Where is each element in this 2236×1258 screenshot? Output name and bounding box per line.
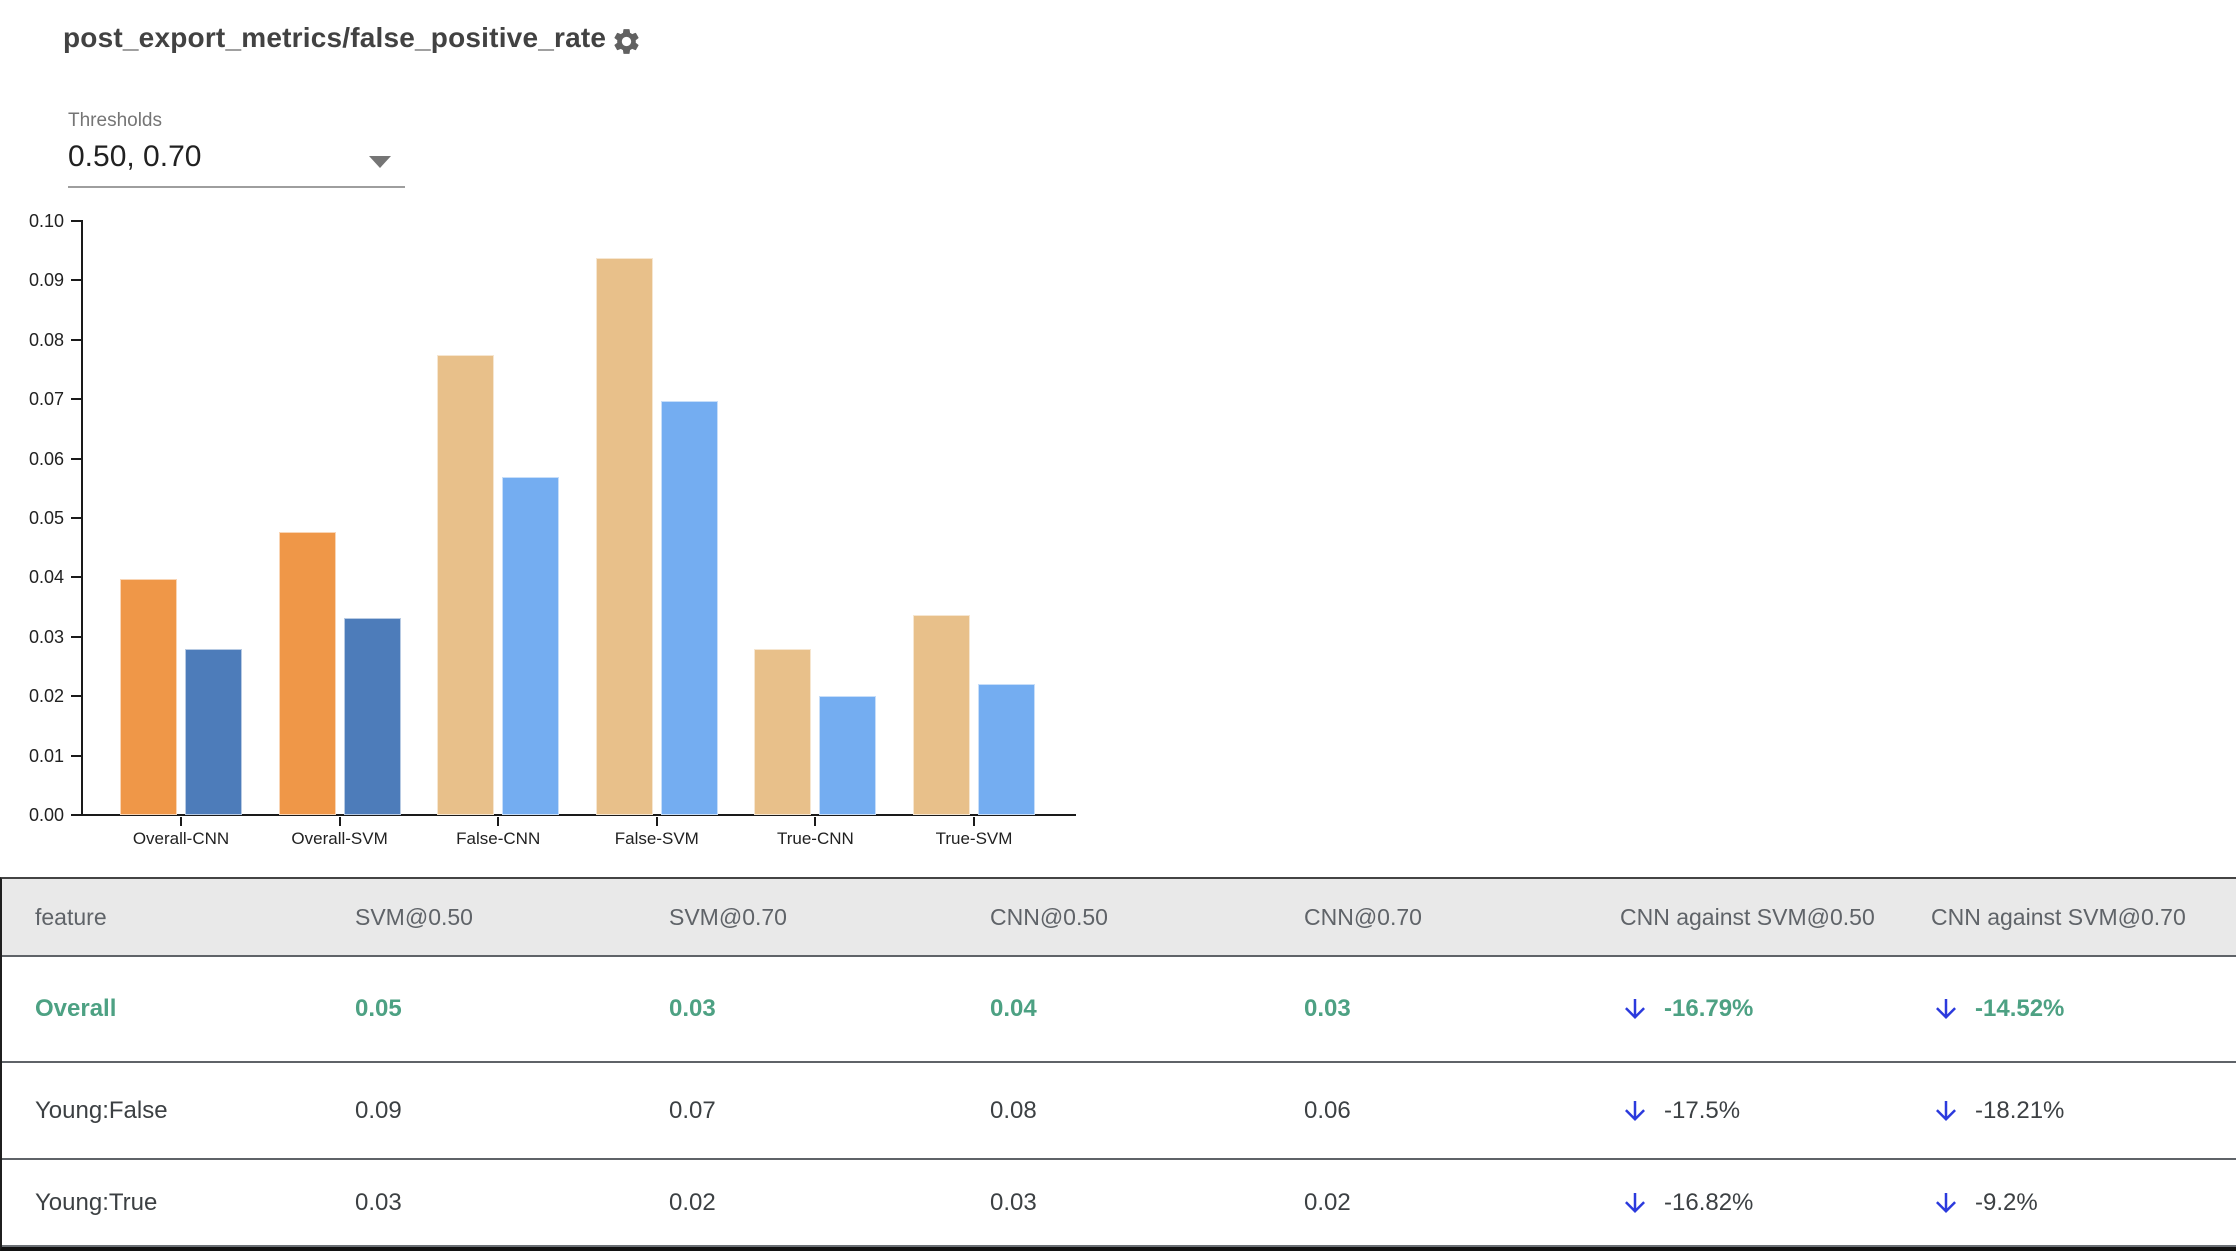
- x-tick: [338, 817, 341, 826]
- y-tick-label: 0.09: [28, 270, 64, 291]
- y-tick: [71, 814, 81, 816]
- bar[interactable]: [343, 618, 401, 815]
- arrow-down-icon: [1931, 1188, 1961, 1218]
- y-tick: [71, 754, 81, 757]
- column-header: CNN@0.70: [1304, 903, 1422, 930]
- value-cell: 0.06: [1304, 1096, 1351, 1124]
- delta-value: -16.82%: [1664, 1188, 1754, 1216]
- y-tick-label: 0.08: [28, 329, 64, 350]
- column-header: SVM@0.50: [355, 903, 473, 930]
- y-tick: [71, 398, 81, 401]
- arrow-down-icon: [1620, 994, 1650, 1024]
- y-tick-label: 0.10: [28, 211, 64, 231]
- feature-cell: Overall: [35, 995, 117, 1022]
- value-cell: 0.09: [355, 1096, 402, 1124]
- column-header: CNN against SVM@0.70: [1931, 903, 2186, 930]
- bar[interactable]: [595, 258, 653, 815]
- column-header: CNN against SVM@0.50: [1620, 903, 1875, 930]
- x-tick: [655, 817, 658, 826]
- column-header: CNN@0.50: [990, 903, 1108, 930]
- arrow-down-icon: [1931, 1096, 1961, 1126]
- x-tick: [814, 817, 817, 826]
- x-tick-label: Overall-SVM: [291, 829, 388, 848]
- y-tick: [71, 220, 81, 222]
- table-row[interactable]: Young:True 0.03 0.02 0.03 0.02 -16.82% -9.2%: [2, 1160, 2236, 1247]
- fairness-metrics-panel: post_export_metrics/false_positive_rate …: [0, 0, 2236, 1258]
- x-tick-label: True-SVM: [935, 829, 1013, 848]
- value-cell: 0.04: [990, 995, 1037, 1022]
- x-tick: [180, 817, 182, 826]
- y-tick: [71, 279, 81, 282]
- x-tick-label: True-CNN: [776, 829, 854, 848]
- delta-cell: -17.5%: [1587, 1063, 1898, 1158]
- value-cell: 0.07: [669, 1096, 716, 1124]
- y-tick: [71, 635, 81, 638]
- delta-cell: -18.21%: [1898, 1063, 2236, 1158]
- value-cell: 0.03: [355, 1188, 402, 1216]
- bar[interactable]: [978, 684, 1035, 815]
- y-tick-label: 0.05: [28, 508, 64, 528]
- y-tick: [71, 695, 81, 698]
- x-tick-label: False-CNN: [456, 829, 541, 848]
- y-tick: [71, 576, 81, 579]
- y-tick-label: 0.03: [28, 626, 64, 647]
- arrow-down-icon: [1620, 1096, 1650, 1126]
- bar[interactable]: [502, 477, 560, 815]
- delta-value: -14.52%: [1975, 995, 2065, 1022]
- delta-value: -18.21%: [1975, 1096, 2065, 1124]
- x-tick: [497, 817, 500, 826]
- metrics-table: feature SVM@0.50 SVM@0.70 CNN@0.50 CNN@0.70 C…: [0, 877, 2236, 1251]
- bar[interactable]: [437, 355, 495, 815]
- y-tick-label: 0.07: [28, 389, 64, 410]
- bar[interactable]: [913, 615, 970, 815]
- value-cell: 0.08: [990, 1096, 1037, 1124]
- value-cell: 0.03: [669, 995, 716, 1022]
- feature-cell: Young:False: [35, 1096, 168, 1124]
- delta-cell: -16.79%: [1587, 957, 1898, 1061]
- y-tick-label: 0.06: [28, 448, 64, 469]
- bar-chart: 0.10 0.09 0.08 0.07 0.06 0.05 0.04 0.03 0.02 0.01…: [0, 0, 1120, 875]
- delta-cell: -14.52%: [1898, 957, 2236, 1061]
- table-row[interactable]: Overall 0.05 0.03 0.04 0.03 -16.79% -14.52%: [2, 957, 2236, 1063]
- delta-value: -9.2%: [1975, 1188, 2038, 1216]
- value-cell: 0.03: [1304, 995, 1351, 1022]
- delta-value: -17.5%: [1664, 1096, 1741, 1124]
- delta-value: -16.79%: [1664, 995, 1754, 1022]
- value-cell: 0.05: [355, 995, 402, 1022]
- arrow-down-icon: [1931, 994, 1961, 1024]
- value-cell: 0.02: [1304, 1188, 1351, 1216]
- delta-cell: -9.2%: [1898, 1160, 2236, 1245]
- x-tick-label: Overall-CNN: [132, 829, 230, 848]
- x-tick-label: False-SVM: [614, 829, 699, 848]
- y-tick-label: 0.01: [28, 745, 64, 766]
- value-cell: 0.03: [990, 1188, 1037, 1216]
- y-axis-line: [81, 220, 83, 816]
- y-tick-label: 0.04: [28, 567, 64, 588]
- table-row[interactable]: Young:False 0.09 0.07 0.08 0.06 -17.5% -18.21%: [2, 1063, 2236, 1160]
- bar[interactable]: [185, 649, 242, 815]
- column-header: feature: [35, 903, 107, 930]
- feature-cell: Young:True: [35, 1188, 158, 1216]
- y-tick-label: 0.02: [28, 686, 64, 707]
- y-tick: [71, 338, 81, 341]
- bar[interactable]: [120, 579, 177, 815]
- table-header-row: feature SVM@0.50 SVM@0.70 CNN@0.50 CNN@0.70 C…: [2, 879, 2236, 957]
- bar[interactable]: [278, 532, 336, 815]
- y-tick: [71, 517, 81, 519]
- column-header: SVM@0.70: [669, 903, 787, 930]
- bar[interactable]: [819, 696, 877, 815]
- y-tick-label: 0.00: [28, 805, 64, 825]
- bar[interactable]: [754, 649, 812, 815]
- arrow-down-icon: [1620, 1188, 1650, 1218]
- value-cell: 0.02: [669, 1188, 716, 1216]
- x-tick: [973, 817, 975, 826]
- bar[interactable]: [660, 401, 718, 815]
- y-tick: [71, 457, 81, 460]
- delta-cell: -16.82%: [1587, 1160, 1898, 1245]
